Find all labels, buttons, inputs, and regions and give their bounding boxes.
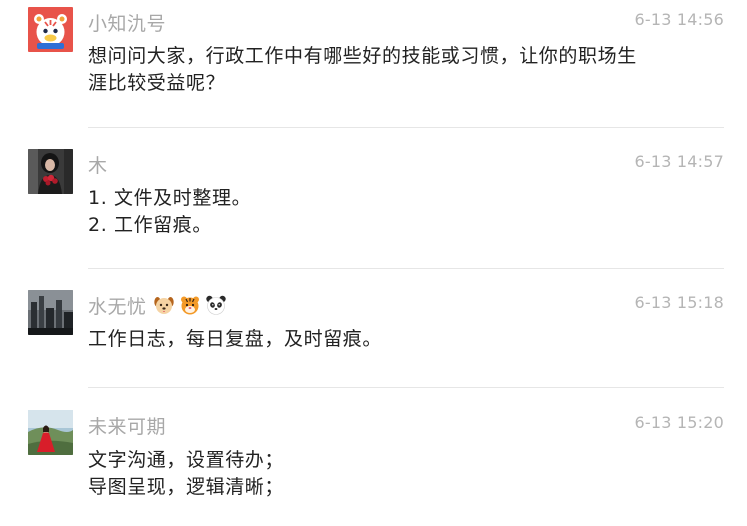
comment-line: 1. 文件及时整理。 xyxy=(88,187,252,209)
comment-line: 文字沟通，设置待办； xyxy=(88,449,285,471)
divider xyxy=(88,127,724,128)
name-row: 水无忧 xyxy=(88,292,227,318)
comment-line: 想问问大家，行政工作中有哪些好的技能或习惯，让你的职场生 xyxy=(88,45,637,67)
comment-thread: 小知氿号 6-13 14:56 想问问大家，行政工作中有哪些好的技能或习惯，让你… xyxy=(0,0,747,526)
comment-text: 工作日志，每日复盘，及时留痕。 xyxy=(88,326,688,353)
username[interactable]: 木 xyxy=(88,151,108,178)
nickname-emojis xyxy=(153,294,227,316)
person-with-roses-icon xyxy=(28,149,73,194)
timestamp: 6-13 15:20 xyxy=(634,413,724,432)
name-row: 小知氿号 xyxy=(88,9,166,35)
dog-face-icon xyxy=(153,297,174,314)
divider xyxy=(88,268,724,269)
comment-line: 涯比较受益呢？ xyxy=(88,72,226,94)
avatar[interactable] xyxy=(28,7,73,52)
username[interactable]: 小知氿号 xyxy=(88,9,166,36)
username[interactable]: 水无忧 xyxy=(88,292,147,319)
name-row: 未来可期 xyxy=(88,412,166,438)
username[interactable]: 未来可期 xyxy=(88,412,166,439)
tiger-mascot-icon xyxy=(28,7,73,52)
divider xyxy=(88,387,724,388)
comment-line: 导图呈现，逻辑清晰； xyxy=(88,476,285,498)
tiger-face-icon xyxy=(180,296,199,315)
comment-text: 文字沟通，设置待办； 导图呈现，逻辑清晰； xyxy=(88,447,688,501)
panda-face-icon xyxy=(205,295,226,315)
timestamp: 6-13 15:18 xyxy=(634,293,724,312)
avatar[interactable] xyxy=(28,290,73,335)
avatar[interactable] xyxy=(28,410,73,455)
woman-in-red-dress-icon xyxy=(28,410,73,455)
comment-text: 想问问大家，行政工作中有哪些好的技能或习惯，让你的职场生 涯比较受益呢？ xyxy=(88,43,688,97)
timestamp: 6-13 14:56 xyxy=(634,10,724,29)
timestamp: 6-13 14:57 xyxy=(634,152,724,171)
comment-text: 1. 文件及时整理。 2. 工作留痕。 xyxy=(88,185,688,239)
avatar[interactable] xyxy=(28,149,73,194)
comment-line: 工作日志，每日复盘，及时留痕。 xyxy=(88,328,383,350)
comment-line: 2. 工作留痕。 xyxy=(88,214,212,236)
city-skyline-icon xyxy=(28,290,73,335)
name-row: 木 xyxy=(88,151,108,177)
